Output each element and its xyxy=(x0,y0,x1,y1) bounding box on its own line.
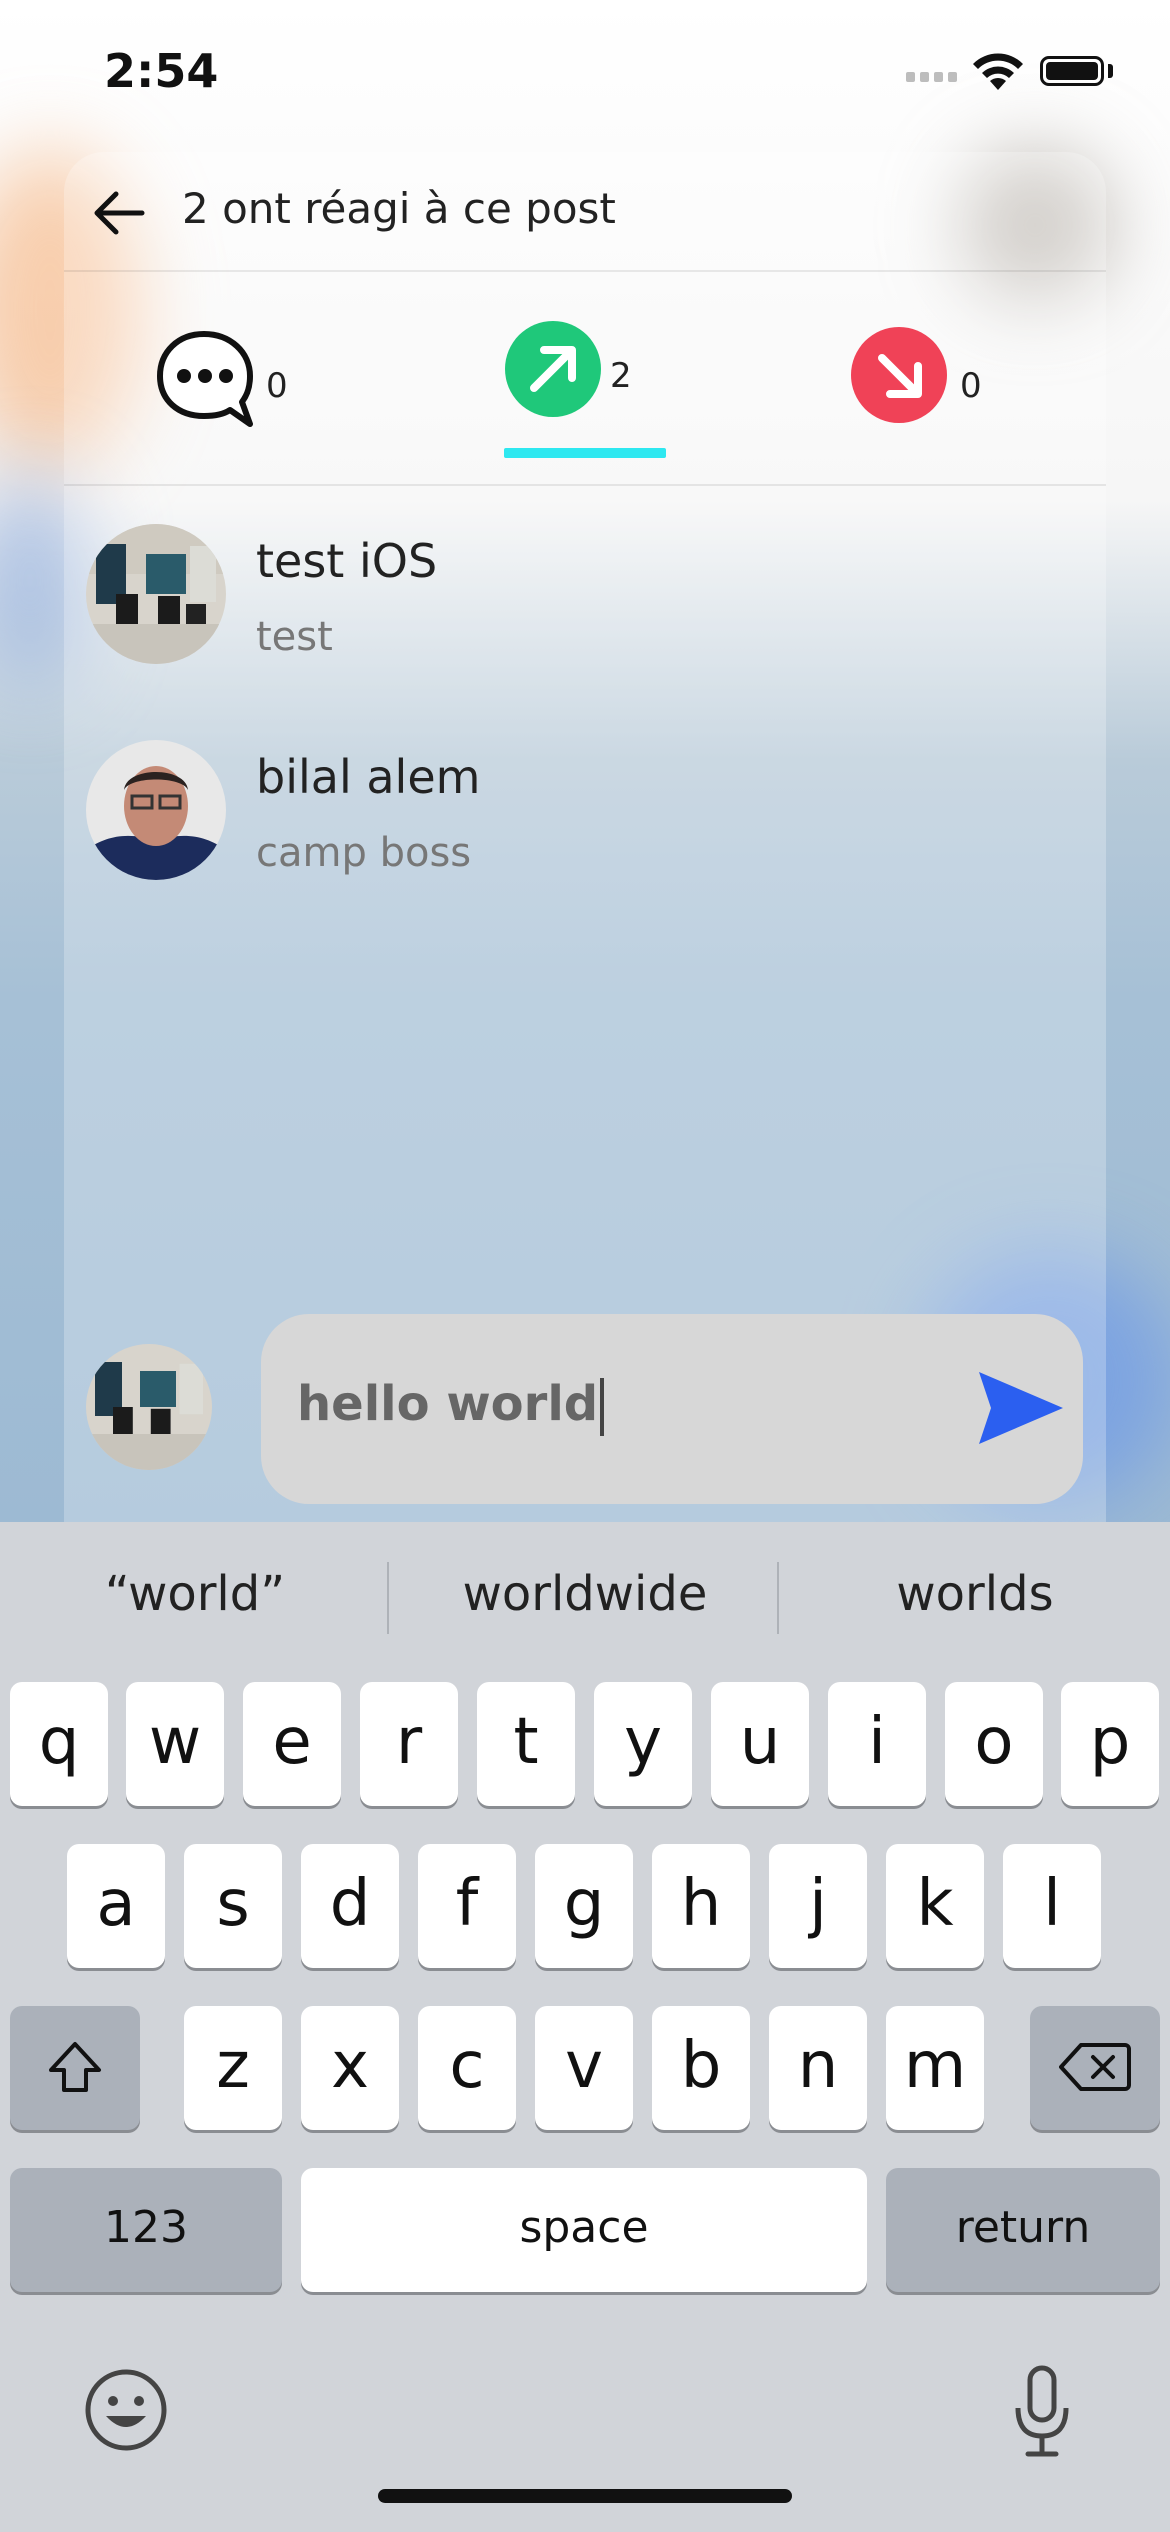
shift-key[interactable] xyxy=(10,2006,140,2130)
key-a[interactable]: a xyxy=(67,1844,165,1968)
avatar xyxy=(86,524,226,664)
suggestion-2[interactable]: worldwide xyxy=(390,1566,780,1622)
keyboard: “world” worldwide worlds q w e r t y u i… xyxy=(0,1522,1170,2532)
tab-comments[interactable]: 0 xyxy=(154,328,294,438)
microphone-icon[interactable] xyxy=(1010,2364,1074,2460)
key-z[interactable]: z xyxy=(184,2006,282,2130)
key-k[interactable]: k xyxy=(886,1844,984,1968)
suggestion-divider xyxy=(387,1562,389,1634)
key-g[interactable]: g xyxy=(535,1844,633,1968)
reactor-name: test iOS xyxy=(256,534,438,588)
key-f[interactable]: f xyxy=(418,1844,516,1968)
text-caret xyxy=(600,1378,605,1436)
return-key[interactable]: return xyxy=(886,2168,1160,2292)
status-time: 2:54 xyxy=(104,44,219,98)
wifi-icon xyxy=(973,53,1023,90)
key-h[interactable]: h xyxy=(652,1844,750,1968)
key-p[interactable]: p xyxy=(1061,1682,1159,1806)
space-key[interactable]: space xyxy=(301,2168,867,2292)
key-e[interactable]: e xyxy=(243,1682,341,1806)
comment-input[interactable]: hello world xyxy=(261,1314,1083,1504)
key-i[interactable]: i xyxy=(828,1682,926,1806)
emoji-icon[interactable] xyxy=(84,2368,168,2452)
back-arrow-icon[interactable] xyxy=(88,182,150,244)
key-n[interactable]: n xyxy=(769,2006,867,2130)
reaction-tabs: 0 2 0 xyxy=(64,272,1106,486)
key-v[interactable]: v xyxy=(535,2006,633,2130)
key-w[interactable]: w xyxy=(126,1682,224,1806)
key-u[interactable]: u xyxy=(711,1682,809,1806)
tab-downvotes[interactable]: 0 xyxy=(850,327,990,438)
page-title: 2 ont réagi à ce post xyxy=(182,184,616,233)
key-j[interactable]: j xyxy=(769,1844,867,1968)
home-indicator xyxy=(378,2489,792,2503)
comment-input-value: hello world xyxy=(297,1376,599,1432)
status-bar: 2:54 xyxy=(0,0,1170,150)
key-t[interactable]: t xyxy=(477,1682,575,1806)
send-icon[interactable] xyxy=(977,1370,1065,1446)
key-l[interactable]: l xyxy=(1003,1844,1101,1968)
key-c[interactable]: c xyxy=(418,2006,516,2130)
tab-count: 2 xyxy=(610,356,632,396)
key-y[interactable]: y xyxy=(594,1682,692,1806)
delete-key[interactable] xyxy=(1030,2006,1160,2130)
battery-icon xyxy=(1040,56,1104,86)
arrow-up-right-icon xyxy=(505,321,601,417)
tab-count: 0 xyxy=(266,366,288,406)
suggestion-3[interactable]: worlds xyxy=(780,1566,1170,1622)
key-s[interactable]: s xyxy=(184,1844,282,1968)
numbers-key[interactable]: 123 xyxy=(10,2168,282,2292)
arrow-down-right-icon xyxy=(851,327,947,423)
current-user-avatar xyxy=(86,1344,212,1470)
tab-upvotes[interactable]: 2 xyxy=(504,321,644,438)
cellular-signal-icon xyxy=(906,72,957,82)
key-r[interactable]: r xyxy=(360,1682,458,1806)
key-x[interactable]: x xyxy=(301,2006,399,2130)
battery-tip xyxy=(1108,64,1113,78)
key-q[interactable]: q xyxy=(10,1682,108,1806)
list-item[interactable]: test iOS test xyxy=(64,514,1106,694)
tab-count: 0 xyxy=(960,366,982,406)
list-item[interactable]: bilal alem camp boss xyxy=(64,730,1106,910)
avatar xyxy=(86,740,226,880)
comment-icon xyxy=(157,331,253,427)
sheet-header: 2 ont réagi à ce post xyxy=(64,152,1106,272)
shift-icon xyxy=(49,2042,101,2092)
reactor-name: bilal alem xyxy=(256,750,481,804)
key-m[interactable]: m xyxy=(886,2006,984,2130)
key-d[interactable]: d xyxy=(301,1844,399,1968)
suggestion-divider xyxy=(777,1562,779,1634)
backspace-icon xyxy=(1059,2043,1131,2091)
key-o[interactable]: o xyxy=(945,1682,1043,1806)
reactor-subtitle: test xyxy=(256,614,333,660)
active-tab-indicator xyxy=(504,448,666,458)
key-b[interactable]: b xyxy=(652,2006,750,2130)
reactor-subtitle: camp boss xyxy=(256,830,472,876)
suggestion-1[interactable]: “world” xyxy=(0,1566,390,1622)
